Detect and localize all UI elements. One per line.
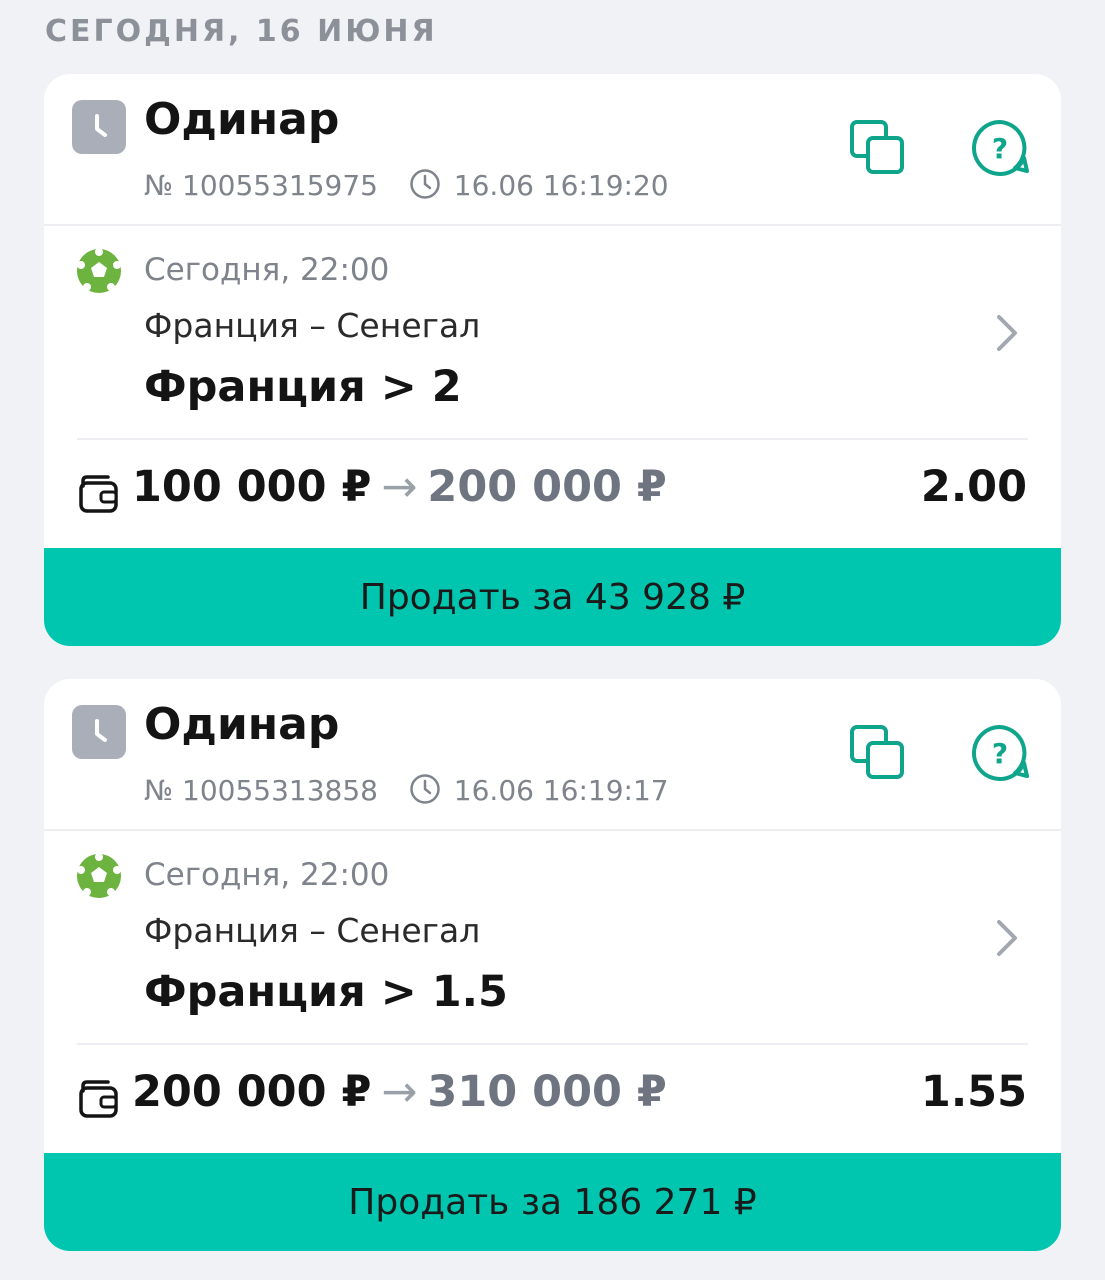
chevron-right-icon[interactable] (990, 915, 1024, 961)
bet-odds: 1.55 (920, 1067, 1027, 1117)
wallet-icon (78, 473, 120, 515)
bet-card: Одинар № 10055313858 16.06 16:19:17 ? Се… (44, 679, 1061, 1251)
pending-status-icon (72, 705, 126, 759)
payout-amount: 310 000 ₽ (427, 1067, 667, 1117)
bet-meta: № 10055315975 16.06 16:19:20 (144, 168, 669, 207)
bet-number: № 10055315975 (144, 169, 378, 202)
amount-line: 100 000 ₽ → 200 000 ₽ (132, 462, 667, 512)
football-icon (76, 853, 122, 899)
clock-icon (409, 168, 441, 207)
bet-card-header: Одинар № 10055313858 16.06 16:19:17 ? (44, 679, 1061, 831)
bet-odds: 2.00 (920, 462, 1027, 512)
bet-number: № 10055313858 (144, 774, 378, 807)
date-header: Сегодня, 16 июня (45, 14, 438, 49)
event-row[interactable]: Сегодня, 22:00 Франция – Сенегал Франция… (44, 831, 1061, 1045)
pending-status-icon (72, 100, 126, 154)
sell-button[interactable]: Продать за 43 928 ₽ (44, 548, 1061, 646)
bet-card-header: Одинар № 10055315975 16.06 16:19:20 ? (44, 74, 1061, 226)
bet-timestamp: 16.06 16:19:20 (453, 169, 669, 202)
arrow-right-icon: → (381, 1067, 418, 1117)
arrow-right-icon: → (381, 462, 418, 512)
event-row[interactable]: Сегодня, 22:00 Франция – Сенегал Франция… (44, 226, 1061, 440)
bet-timestamp: 16.06 16:19:17 (453, 774, 669, 807)
bet-card: Одинар № 10055315975 16.06 16:19:20 ? Се… (44, 74, 1061, 646)
wallet-icon (78, 1078, 120, 1120)
bet-amounts: 200 000 ₽ → 310 000 ₽ 1.55 (44, 1045, 1061, 1151)
copy-icon[interactable] (848, 723, 908, 783)
bet-selection: Франция > 1.5 (144, 967, 508, 1017)
svg-text:?: ? (992, 737, 1008, 770)
bet-type: Одинар (144, 699, 340, 750)
event-time: Сегодня, 22:00 (144, 857, 390, 893)
event-teams: Франция – Сенегал (144, 911, 481, 950)
amount-line: 200 000 ₽ → 310 000 ₽ (132, 1067, 667, 1117)
copy-icon[interactable] (848, 118, 908, 178)
chevron-right-icon[interactable] (990, 310, 1024, 356)
svg-text:?: ? (992, 132, 1008, 165)
bet-amounts: 100 000 ₽ → 200 000 ₽ 2.00 (44, 440, 1061, 546)
bet-type: Одинар (144, 94, 340, 145)
sell-button[interactable]: Продать за 186 271 ₽ (44, 1153, 1061, 1251)
stake-amount: 200 000 ₽ (132, 1067, 372, 1117)
bet-selection: Франция > 2 (144, 362, 462, 412)
payout-amount: 200 000 ₽ (427, 462, 667, 512)
bet-meta: № 10055313858 16.06 16:19:17 (144, 773, 669, 812)
football-icon (76, 248, 122, 294)
event-time: Сегодня, 22:00 (144, 252, 390, 288)
stake-amount: 100 000 ₽ (132, 462, 372, 512)
help-icon[interactable]: ? (970, 723, 1030, 783)
event-teams: Франция – Сенегал (144, 306, 481, 345)
help-icon[interactable]: ? (970, 118, 1030, 178)
clock-icon (409, 773, 441, 812)
